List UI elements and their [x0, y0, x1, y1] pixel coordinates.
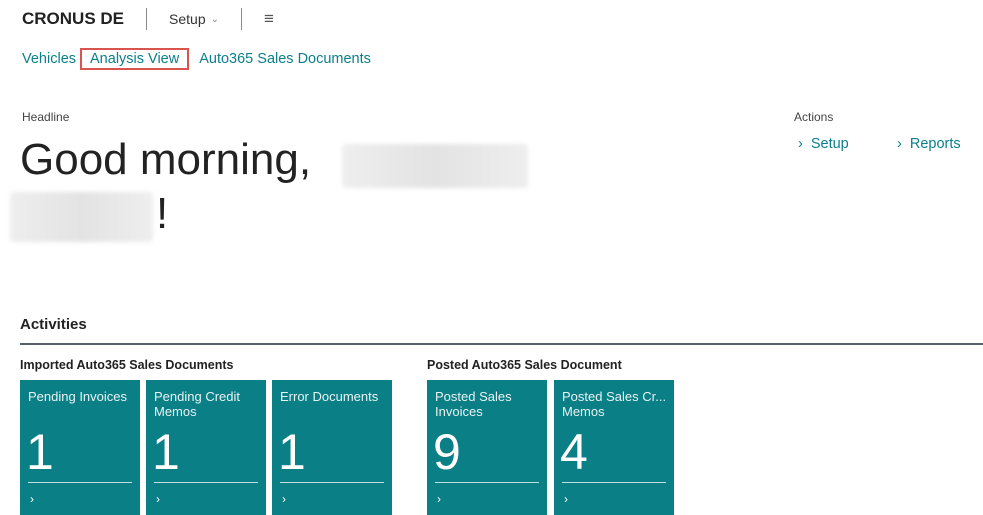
- chevron-right-icon[interactable]: ›: [437, 492, 441, 506]
- divider: [241, 8, 242, 30]
- tile-divider: [435, 482, 539, 483]
- group-title-imported: Imported Auto365 Sales Documents: [20, 358, 234, 372]
- nav-link-analysis-view[interactable]: Analysis View: [80, 48, 190, 70]
- tile-divider: [28, 482, 132, 483]
- company-name[interactable]: CRONUS DE: [22, 9, 124, 29]
- blurred-user-name: [342, 144, 528, 188]
- chevron-right-icon: ›: [897, 136, 902, 152]
- chevron-right-icon[interactable]: ›: [282, 492, 286, 506]
- tile-pending-invoices[interactable]: Pending Invoices 1 ›: [20, 380, 140, 515]
- tile-label: Posted Sales Invoices: [435, 389, 512, 419]
- chevron-right-icon[interactable]: ›: [156, 492, 160, 506]
- chevron-down-icon: ⌄: [210, 13, 219, 25]
- headline-exclamation: !: [156, 189, 169, 238]
- hamburger-icon[interactable]: ≡: [264, 9, 274, 29]
- tile-value: 1: [26, 424, 54, 480]
- chevron-right-icon: ›: [798, 136, 803, 152]
- blurred-user-name: [10, 192, 153, 242]
- divider: [146, 8, 148, 30]
- tile-label: Posted Sales Cr... Memos: [562, 389, 667, 419]
- navigation-bar: Vehicles Analysis View Auto365 Sales Doc…: [22, 48, 385, 70]
- action-reports-link[interactable]: › Reports: [897, 136, 961, 152]
- action-label: Reports: [909, 136, 961, 152]
- tile-label: Pending Credit Memos: [154, 389, 240, 419]
- tile-label: Error Documents: [280, 389, 379, 404]
- nav-link-auto365-sales-documents[interactable]: Auto365 Sales Documents: [199, 51, 371, 67]
- tile-posted-sales-credit-memos[interactable]: Posted Sales Cr... Memos 4 ›: [554, 380, 674, 515]
- tile-value: 1: [152, 424, 180, 480]
- top-bar: CRONUS DE Setup ⌄ ≡: [22, 8, 274, 30]
- tile-divider: [280, 482, 384, 483]
- action-setup-link[interactable]: › Setup: [798, 136, 849, 152]
- headline-greeting: Good morning,: [20, 135, 312, 184]
- actions-label: Actions: [794, 110, 834, 124]
- tile-divider: [562, 482, 666, 483]
- headline-label: Headline: [22, 110, 70, 124]
- action-label: Setup: [810, 136, 849, 152]
- tile-value: 1: [278, 424, 306, 480]
- nav-link-vehicles[interactable]: Vehicles: [22, 51, 76, 67]
- tile-value: 9: [433, 424, 461, 480]
- tile-error-documents[interactable]: Error Documents 1 ›: [272, 380, 392, 515]
- group-title-posted: Posted Auto365 Sales Document: [427, 358, 622, 372]
- setup-menu[interactable]: Setup ⌄: [169, 11, 219, 27]
- tile-label: Pending Invoices: [28, 389, 128, 404]
- chevron-right-icon[interactable]: ›: [30, 492, 34, 506]
- tile-pending-credit-memos[interactable]: Pending Credit Memos 1 ›: [146, 380, 266, 515]
- activities-title: Activities: [20, 316, 87, 333]
- tile-value: 4: [560, 424, 588, 480]
- tile-divider: [154, 482, 258, 483]
- tile-posted-sales-invoices[interactable]: Posted Sales Invoices 9 ›: [427, 380, 547, 515]
- setup-menu-label: Setup: [169, 11, 206, 27]
- activities-divider: [20, 343, 983, 345]
- chevron-right-icon[interactable]: ›: [564, 492, 568, 506]
